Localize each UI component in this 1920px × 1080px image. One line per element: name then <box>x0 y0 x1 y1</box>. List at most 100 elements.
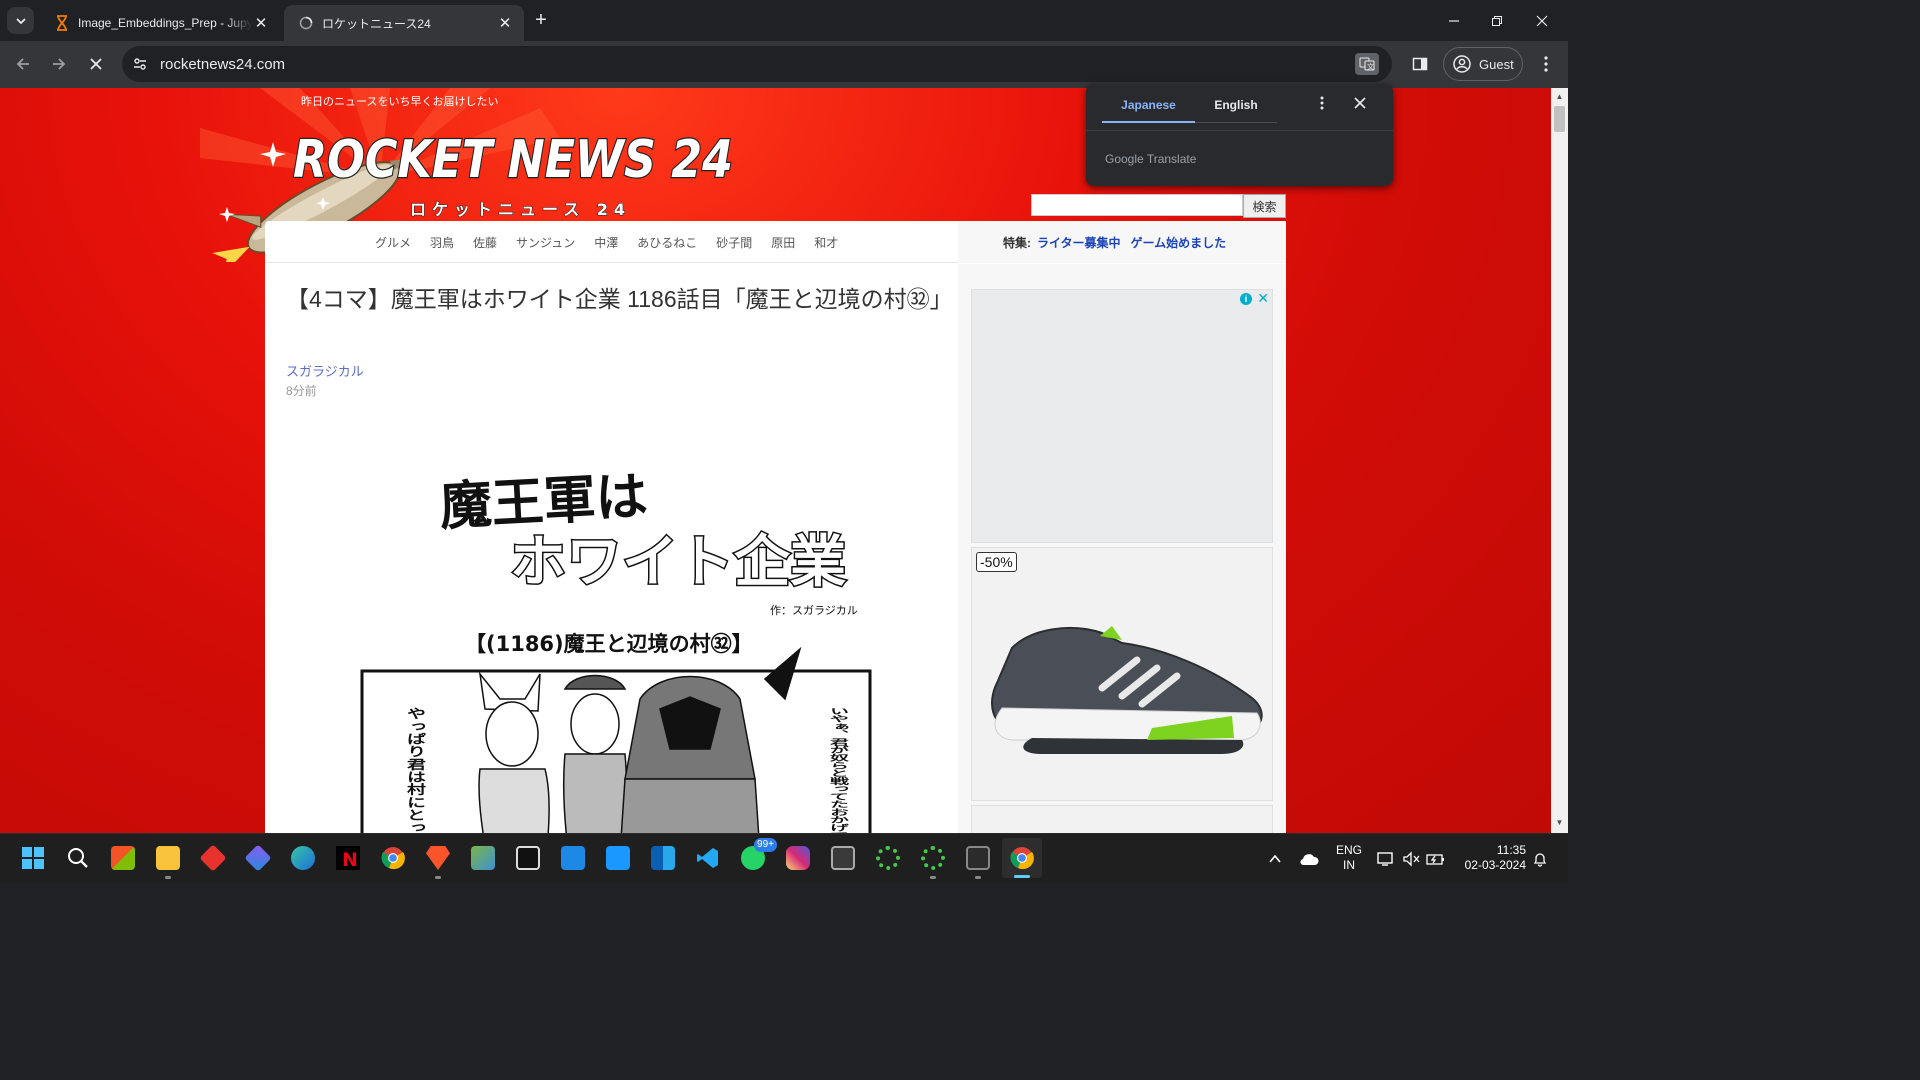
article-title[interactable]: 【4コマ】魔王軍はホワイト企業 1186話目「魔王と辺境の村㉜」 <box>286 284 953 315</box>
show-hidden-icons-button[interactable] <box>1268 834 1282 882</box>
category-links: グルメ 羽鳥 佐藤 サンジュン 中澤 あひるねこ 砂子間 原田 和才 <box>375 221 857 263</box>
forward-button[interactable] <box>46 51 72 77</box>
back-button[interactable] <box>10 51 36 77</box>
loading-spinner-icon <box>298 15 314 31</box>
taskbar-edge[interactable] <box>287 842 319 874</box>
nav-link[interactable]: 中澤 <box>594 234 618 251</box>
notifications-button[interactable] <box>1532 834 1548 882</box>
url-text[interactable]: rocketnews24.com <box>160 56 285 73</box>
new-tab-button[interactable]: + <box>530 9 552 31</box>
taskbar-whatsapp[interactable]: 99+ <box>737 838 777 874</box>
taskbar-file-explorer[interactable] <box>152 842 184 879</box>
battery-button[interactable] <box>1426 834 1446 882</box>
article-author[interactable]: スガラジカル <box>286 361 364 380</box>
sidebar: i ✕ -50% <box>958 264 1286 833</box>
taskbar-brave[interactable] <box>422 842 454 879</box>
taskbar-terminal[interactable] <box>512 842 544 874</box>
browser-menu-button[interactable] <box>1534 52 1558 76</box>
taskbar-chrome[interactable] <box>377 842 409 874</box>
translate-brand: Google Translate <box>1105 152 1197 166</box>
feature-link-writer-recruit[interactable]: ライター募集中 <box>1037 234 1121 251</box>
nav-link[interactable]: 原田 <box>771 234 795 251</box>
minimize-button[interactable] <box>1431 0 1477 41</box>
app-circle2-icon <box>921 846 945 870</box>
onedrive-button[interactable] <box>1299 834 1319 882</box>
profile-button[interactable]: Guest <box>1443 47 1523 81</box>
article-time: 8分前 <box>286 384 317 398</box>
taskbar-search[interactable] <box>62 842 94 874</box>
start-button[interactable] <box>17 842 49 874</box>
clock-time: 11:35 <box>1496 843 1526 857</box>
close-icon <box>1536 15 1548 26</box>
scroll-thumb[interactable] <box>1554 106 1565 132</box>
site-info-icon[interactable] <box>130 54 150 74</box>
chrome-icon <box>1010 847 1034 870</box>
translate-button[interactable]: 文 <box>1355 53 1379 75</box>
ad-slot-3[interactable] <box>971 805 1273 833</box>
taskbar-clock[interactable]: 11:35 02-03-2024 <box>1458 843 1526 873</box>
network-button[interactable] <box>1377 834 1395 882</box>
ad-choices-icon[interactable]: i <box>1240 293 1252 305</box>
close-icon[interactable]: ✕ <box>496 14 514 32</box>
taskbar-powershell[interactable] <box>962 842 994 879</box>
nav-link[interactable]: サンジュン <box>516 234 575 251</box>
volume-button[interactable] <box>1402 834 1420 882</box>
discount-badge: -50% <box>976 552 1017 572</box>
taskbar-prime-video[interactable] <box>602 842 634 874</box>
window-close-button[interactable] <box>1519 0 1565 41</box>
taskbar-app-circle2[interactable] <box>917 842 949 879</box>
tab-search-button[interactable] <box>7 7 34 34</box>
translate-options-button[interactable] <box>1320 96 1324 115</box>
netflix-icon: N <box>336 846 360 870</box>
browser-toolbar: rocketnews24.com 文 Guest <box>0 41 1568 88</box>
side-panel-button[interactable] <box>1408 52 1432 76</box>
restore-button[interactable] <box>1474 0 1520 41</box>
taskbar-chrome-active[interactable] <box>1002 838 1042 878</box>
close-icon[interactable]: ✕ <box>252 14 270 32</box>
taskbar-app-window[interactable] <box>827 842 859 874</box>
taskbar-app-red[interactable] <box>197 842 229 874</box>
taskbar-vscode[interactable] <box>692 842 724 874</box>
tab-jupyter[interactable]: Image_Embeddings_Prep - Jupyter ✕ <box>40 5 280 41</box>
chevron-down-icon <box>15 17 26 24</box>
translate-close-button[interactable] <box>1354 96 1366 114</box>
shoe-image[interactable] <box>972 588 1274 758</box>
stop-loading-button[interactable] <box>83 51 109 77</box>
ad-slot-2[interactable]: -50% <box>971 547 1273 801</box>
nav-link[interactable]: 和才 <box>814 234 838 251</box>
nav-link[interactable]: 羽鳥 <box>430 234 454 251</box>
tab-rocketnews[interactable]: ロケットニュース24 ✕ <box>284 5 524 41</box>
taskbar-outlook[interactable] <box>647 842 679 874</box>
comic-image[interactable]: 魔王軍は ホワイト企業 作：スガラジカル 【(1186)魔王と辺境の村㉜】 やっ… <box>360 449 880 833</box>
brave-icon <box>426 846 450 870</box>
taskbar-instagram[interactable] <box>782 842 814 874</box>
copilot-icon <box>244 844 272 872</box>
restore-icon <box>1492 15 1502 26</box>
translate-target-tab[interactable]: English <box>1196 98 1276 122</box>
scroll-down-icon[interactable]: ▼ <box>1555 818 1564 827</box>
ad-slot-1[interactable]: i ✕ <box>971 289 1273 543</box>
taskbar-app-blue[interactable] <box>557 842 589 874</box>
taskbar-store[interactable] <box>107 842 139 874</box>
translate-source-tab[interactable]: Japanese <box>1102 98 1195 122</box>
taskbar-app-circle[interactable] <box>872 842 904 874</box>
chevron-up-icon <box>1269 854 1281 863</box>
article: 【4コマ】魔王軍はホワイト企業 1186話目「魔王と辺境の村㉜」 スガラジカル … <box>265 264 958 833</box>
taskbar-copilot[interactable] <box>242 842 274 874</box>
profile-icon <box>1453 55 1471 73</box>
site-search-button[interactable]: 検索 <box>1243 194 1286 218</box>
address-bar[interactable]: rocketnews24.com 文 <box>122 46 1392 82</box>
nav-link[interactable]: あひるねこ <box>637 234 697 251</box>
nav-link[interactable]: 佐藤 <box>473 234 497 251</box>
taskbar-notepad[interactable] <box>467 842 499 874</box>
taskbar-netflix[interactable]: N <box>332 842 364 874</box>
page-scrollbar[interactable]: ▲ ▼ <box>1551 88 1568 833</box>
language-indicator[interactable]: ENG IN <box>1336 843 1362 873</box>
scroll-up-icon[interactable]: ▲ <box>1555 92 1564 101</box>
ad-close-icon[interactable]: ✕ <box>1257 290 1269 307</box>
feature-link-games[interactable]: ゲーム始めました <box>1131 234 1227 251</box>
svg-text:N: N <box>342 849 358 870</box>
nav-link[interactable]: グルメ <box>375 234 411 251</box>
nav-link[interactable]: 砂子間 <box>716 234 752 251</box>
site-search-input[interactable] <box>1031 194 1243 216</box>
